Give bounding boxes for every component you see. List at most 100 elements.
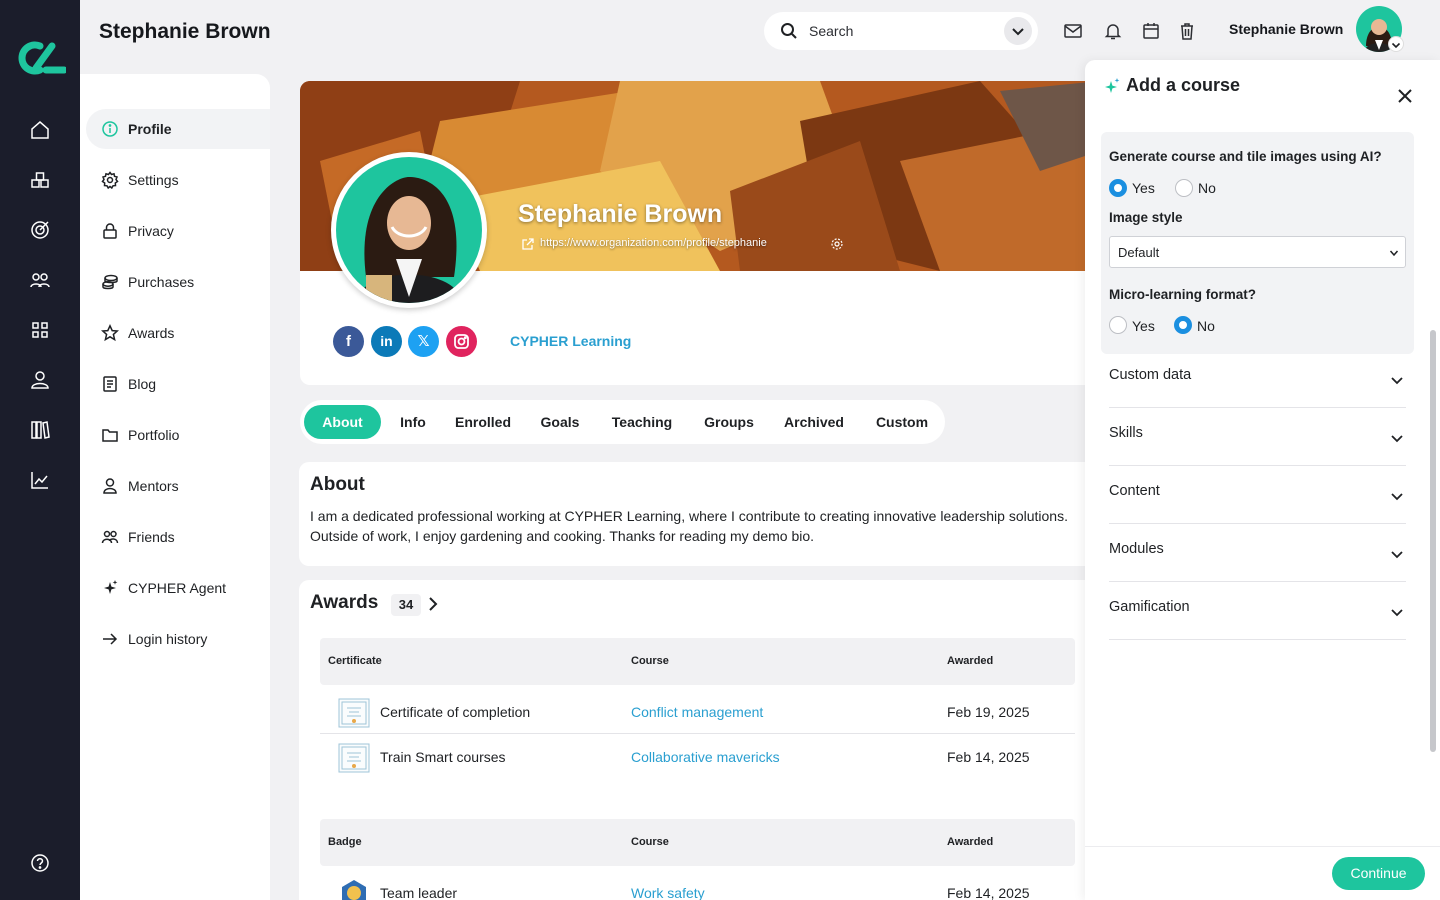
analytics-icon[interactable] <box>28 468 52 492</box>
chevron-down-icon <box>1391 609 1403 617</box>
panel-scrollbar[interactable] <box>1430 330 1436 752</box>
column-header: Badge <box>328 836 362 848</box>
catalog-icon[interactable] <box>28 168 52 192</box>
column-header: Certificate <box>328 655 382 667</box>
subnav-item-login-history[interactable]: Login history <box>86 619 270 659</box>
tab-about[interactable]: About <box>304 405 381 439</box>
ai-yes-radio[interactable] <box>1109 179 1127 197</box>
search-bar[interactable]: Search <box>764 12 1038 50</box>
ai-no-radio[interactable] <box>1175 179 1193 197</box>
calendar-icon[interactable] <box>1141 21 1161 41</box>
gear-icon[interactable] <box>830 237 844 251</box>
course-link[interactable]: Work safety <box>631 885 705 900</box>
subnav-item-privacy[interactable]: Privacy <box>86 211 270 251</box>
tab-enrolled[interactable]: Enrolled <box>446 405 520 439</box>
bell-icon[interactable] <box>1103 21 1123 41</box>
subnav-item-awards[interactable]: Awards <box>86 313 270 353</box>
linkedin-icon[interactable]: in <box>371 326 402 357</box>
coins-icon <box>102 274 118 290</box>
app-rail <box>0 0 80 900</box>
chevron-down-icon <box>1391 377 1403 385</box>
subnav-item-label: Purchases <box>128 274 195 290</box>
continue-button[interactable]: Continue <box>1332 857 1425 890</box>
subnav-item-mentors[interactable]: Mentors <box>86 466 270 506</box>
goals-icon[interactable] <box>28 218 52 242</box>
apps-icon[interactable] <box>28 318 52 342</box>
badge-icon <box>342 880 366 900</box>
instagram-icon[interactable] <box>446 326 477 357</box>
chevron-down-icon <box>1012 28 1024 36</box>
ai-options-box: Generate course and tile images using AI… <box>1101 132 1414 354</box>
subnav-item-label: Settings <box>128 172 179 188</box>
subnav-item-purchases[interactable]: Purchases <box>86 262 270 302</box>
chevron-down-icon <box>1389 250 1399 257</box>
subnav-item-settings[interactable]: Settings <box>86 160 270 200</box>
micro-no-radio[interactable] <box>1174 316 1192 334</box>
subnav-item-blog[interactable]: Blog <box>86 364 270 404</box>
accordion-label: Content <box>1109 483 1160 499</box>
profile-avatar[interactable] <box>331 152 487 308</box>
tab-info[interactable]: Info <box>390 405 436 439</box>
tab-custom[interactable]: Custom <box>864 405 940 439</box>
course-link[interactable]: Collaborative mavericks <box>631 749 780 765</box>
subnav-item-label: Privacy <box>128 223 174 239</box>
mail-icon[interactable] <box>1063 21 1083 41</box>
search-input[interactable]: Search <box>809 23 853 39</box>
x-icon[interactable]: 𝕏 <box>408 326 439 357</box>
profile-name: Stephanie Brown <box>518 200 723 228</box>
subnav-item-cypher-agent[interactable]: CYPHER Agent <box>86 568 270 608</box>
sparkle-icon <box>1105 78 1120 93</box>
accordion-gamification[interactable]: Gamification <box>1109 582 1406 640</box>
add-course-panel: Add a course Generate course and tile im… <box>1085 60 1440 900</box>
accordion-skills[interactable]: Skills <box>1109 408 1406 466</box>
about-text: I am a dedicated professional working at… <box>310 508 1068 544</box>
about-section: About I am a dedicated professional work… <box>299 462 1099 566</box>
chevron-right-icon[interactable] <box>424 594 442 614</box>
cypher-logo-icon[interactable] <box>14 38 66 78</box>
subnav-item-label: Login history <box>128 631 208 647</box>
home-icon[interactable] <box>28 118 52 142</box>
radio-label: Yes <box>1132 180 1155 196</box>
accordion-custom-data[interactable]: Custom data <box>1109 350 1406 408</box>
subnav-item-label: Blog <box>128 376 157 392</box>
close-icon[interactable] <box>1396 87 1414 105</box>
accordion-content[interactable]: Content <box>1109 466 1406 524</box>
trash-icon[interactable] <box>1177 21 1197 41</box>
accordion-label: Gamification <box>1109 599 1190 615</box>
certificate-icon <box>338 743 370 773</box>
user-icon[interactable] <box>28 368 52 392</box>
library-icon[interactable] <box>28 418 52 442</box>
subnav-item-friends[interactable]: Friends <box>86 517 270 557</box>
radio-label: No <box>1198 180 1216 196</box>
course-link[interactable]: Conflict management <box>631 704 763 720</box>
help-icon[interactable] <box>28 851 52 875</box>
tab-archived[interactable]: Archived <box>774 405 854 439</box>
facebook-icon[interactable]: f <box>333 326 364 357</box>
search-icon <box>781 23 797 39</box>
awarded-date: Feb 14, 2025 <box>947 749 1030 765</box>
search-scope-dropdown[interactable] <box>1004 17 1032 45</box>
chevron-down-icon[interactable] <box>1388 36 1404 52</box>
tab-teaching[interactable]: Teaching <box>600 405 684 439</box>
subnav-item-portfolio[interactable]: Portfolio <box>86 415 270 455</box>
badge-name: Team leader <box>380 885 458 900</box>
tab-goals[interactable]: Goals <box>530 405 590 439</box>
mentor-icon <box>103 478 117 494</box>
lock-icon <box>103 223 117 239</box>
groups-icon[interactable] <box>28 268 52 292</box>
awarded-date: Feb 14, 2025 <box>947 885 1030 900</box>
micro-question: Micro-learning format? <box>1109 287 1257 302</box>
awards-count-badge: 34 <box>391 594 421 616</box>
subnav-item-profile[interactable]: Profile <box>86 109 270 149</box>
select-value: Default <box>1118 245 1160 260</box>
micro-yes-radio[interactable] <box>1109 316 1127 334</box>
profile-url[interactable]: https://www.organization.com/profile/ste… <box>540 237 767 249</box>
blog-icon <box>103 376 117 392</box>
folder-icon <box>102 429 118 442</box>
organization-link[interactable]: CYPHER Learning <box>510 333 631 349</box>
image-style-select[interactable]: Default <box>1109 236 1406 268</box>
subnav-item-label: CYPHER Agent <box>128 580 227 596</box>
user-name[interactable]: Stephanie Brown <box>1229 21 1343 37</box>
accordion-modules[interactable]: Modules <box>1109 524 1406 582</box>
tab-groups[interactable]: Groups <box>694 405 764 439</box>
